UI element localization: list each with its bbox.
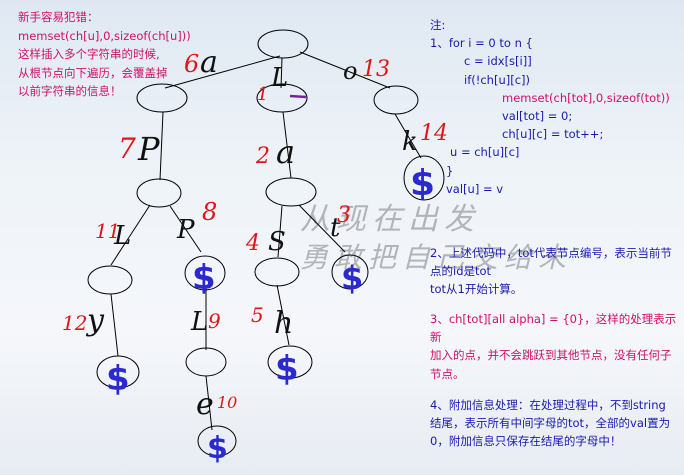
letter-l-root: L [270,63,288,93]
end-mark-t: $ [341,259,363,297]
letter-k: k [402,127,418,157]
code-line-1: 1、for i = 0 to n { [430,36,533,51]
note-3-line-2: 加入的点，并不会跳跃到其他节点，没有任何子 [430,348,672,363]
letter-a-mid: a [276,133,295,171]
node-l-2 [87,265,133,295]
num-8: 8 [202,198,217,226]
mistake-line-3: 以前字符串的信息！ [18,84,122,98]
code-line-8: } [446,163,454,178]
letter-l-low: L [190,307,208,337]
note-3: 3、ch[tot][all alpha] = {0}，这样的处理表示新 加入的点… [430,310,682,383]
note-4-line-1: 4、附加信息处理：在处理过程中，不到string [430,398,666,412]
node-a-2 [265,177,317,207]
root-node [257,29,309,59]
mistake-note: 新手容易犯错： memset(ch[u],0,sizeof(ch[u])) 这样… [18,8,218,101]
letter-e: e [196,387,214,422]
mistake-title: 新手容易犯错： [18,10,99,24]
end-mark-h: $ [275,349,299,389]
num-2: 2 [255,144,270,169]
code-line-2: c = idx[s[i]] [464,54,532,69]
letter-y: y [85,303,105,338]
letter-p-mid: P [176,215,195,245]
note-2: 2、上述代码中，tot代表节点编号，表示当前节 点的id是tot tot从1开始… [430,244,682,299]
node-o-1 [373,85,419,115]
num-9: 9 [208,309,221,333]
code-line-9: val[u] = v [446,181,504,196]
note-2-line-3: tot从1开始计算。 [430,282,523,297]
notes-header: 注: [430,18,446,32]
num-1: 1 [257,84,268,105]
num-10: 10 [217,393,237,412]
node-p-1 [136,178,182,208]
end-mark-p: $ [192,258,216,298]
code-notes: 注: 1、for i = 0 to n { c = idx[s[i]] if(!… [430,16,680,198]
note-2-line-1: 2、上述代码中，tot代表节点编号，表示当前节 [430,246,672,260]
code-line-7: u = ch[u][c] [450,145,520,160]
note-3-line-1: 3、ch[tot][all alpha] = {0}，这样的处理表示新 [430,312,677,345]
num-12: 12 [62,311,87,335]
num-5: 5 [251,303,264,327]
mistake-line-2: 从根节点向下遍历，会覆盖掉 [18,65,168,80]
end-mark-e: $ [207,431,228,466]
note-4-line-3: 0，附加信息只保存在结尾的字母中！ [430,434,622,449]
note-2-line-2: 点的id是tot [430,264,492,279]
end-mark-y: $ [106,359,130,399]
letter-o-root: o [343,57,357,85]
note-4-line-2: 结尾，表示所有中间字母的tot，全部的val置为 [430,416,671,431]
letter-h: h [274,306,293,341]
code-line-4: memset(ch[tot],0,sizeof(tot)) [502,90,670,105]
code-line-3: if(!ch[u][c]) [464,72,530,87]
num-3: 3 [337,203,351,228]
code-line-6: ch[u][c] = tot++; [502,127,604,142]
letter-p-left: P [137,130,160,168]
note-3-line-3: 节点。 [430,366,465,381]
mistake-code: memset(ch[u],0,sizeof(ch[u])) [18,28,191,43]
num-7: 7 [118,132,136,165]
mistake-line-1: 这样插入多个字符串的时候, [18,47,160,61]
node-l-3 [185,347,227,377]
letter-s: S [268,227,286,257]
num-11: 11 [95,219,120,243]
code-line-5: val[tot] = 0; [502,109,573,124]
num-4: 4 [245,231,260,256]
node-s [254,257,300,287]
note-4: 4、附加信息处理：在处理过程中，不到string 结尾，表示所有中间字母的tot… [430,396,682,451]
num-13: 13 [362,57,390,82]
